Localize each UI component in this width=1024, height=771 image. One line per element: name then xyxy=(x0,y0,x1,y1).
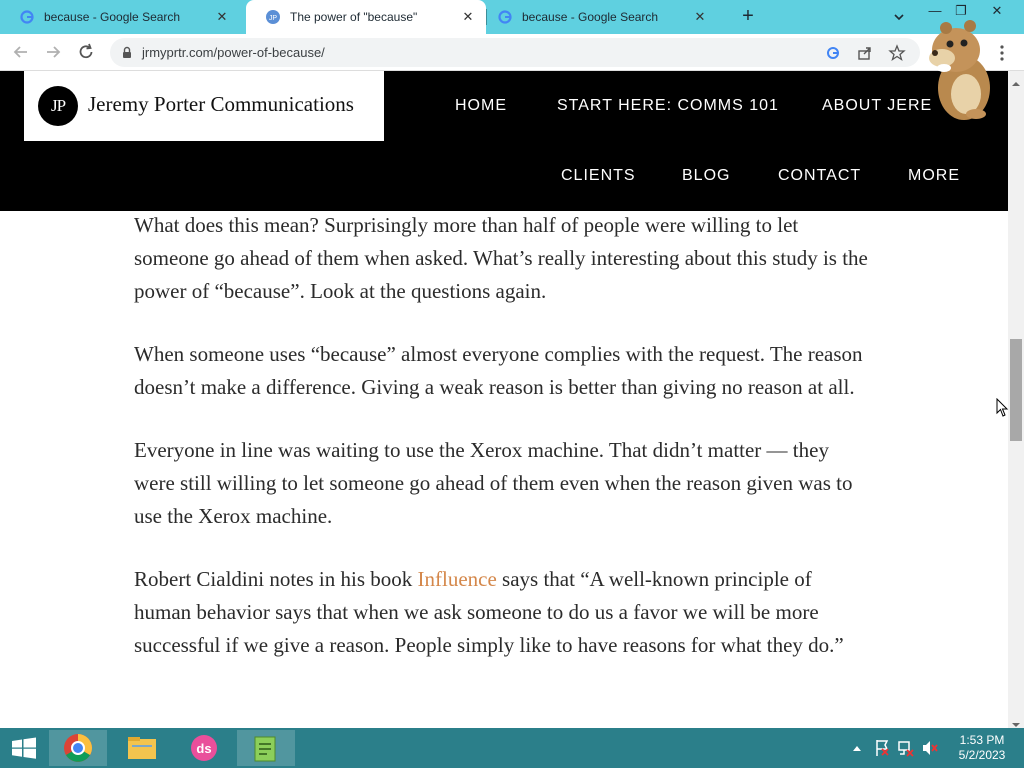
clock-time: 1:53 PM xyxy=(959,733,1005,747)
nav-start-here[interactable]: START HERE: COMMS 101 xyxy=(557,97,779,115)
svg-text:JP: JP xyxy=(269,15,278,22)
nav-home[interactable]: HOME xyxy=(455,97,507,115)
address-bar[interactable]: jrmyprtr.com/power-of-because/ xyxy=(110,38,920,67)
back-icon[interactable] xyxy=(10,41,32,63)
article-paragraph: Everyone in line was waiting to use the … xyxy=(134,438,853,528)
article-paragraph: When someone uses “because” almost every… xyxy=(134,342,863,399)
logo-text: Jeremy Porter Communications xyxy=(88,92,354,116)
nav-contact[interactable]: CONTACT xyxy=(778,167,861,185)
tray-volume-icon[interactable] xyxy=(920,730,940,766)
article-paragraph: Robert Cialdini notes in his book Influe… xyxy=(134,563,874,662)
taskbar-chrome-icon[interactable] xyxy=(49,730,107,766)
page-scrollbar[interactable] xyxy=(1008,71,1024,728)
new-tab-button[interactable]: + xyxy=(736,5,760,29)
url-text[interactable]: jrmyprtr.com/power-of-because/ xyxy=(142,45,325,60)
article-body: What does this mean? Surprisingly more t… xyxy=(134,209,874,692)
clock-date: 5/2/2023 xyxy=(958,748,1006,762)
google-lens-icon[interactable] xyxy=(824,44,842,62)
nav-more[interactable]: MORE xyxy=(908,167,960,185)
reload-icon[interactable] xyxy=(75,41,97,63)
nav-about[interactable]: ABOUT JERE xyxy=(822,97,932,115)
jp-favicon-icon: JP xyxy=(266,10,280,24)
hamster-mascot-icon[interactable] xyxy=(926,16,996,124)
tab-search-icon[interactable] xyxy=(890,8,908,26)
tray-flag-icon[interactable] xyxy=(872,730,892,766)
scroll-up-icon[interactable] xyxy=(1012,75,1020,86)
taskbar-ds-app-icon[interactable]: ds xyxy=(175,730,233,766)
google-icon xyxy=(498,10,512,24)
svg-text:ds: ds xyxy=(196,741,211,756)
nav-blog[interactable]: BLOG xyxy=(682,167,730,185)
tray-network-icon[interactable] xyxy=(896,730,916,766)
tab-title: because - Google Search xyxy=(44,10,181,24)
tray-overflow-icon[interactable] xyxy=(848,730,866,766)
bookmark-star-icon[interactable] xyxy=(888,44,906,62)
tab-power-of-because[interactable]: JP The power of "because" ✕ xyxy=(246,0,486,34)
tab-strip: because - Google Search ✕ JP The power o… xyxy=(0,0,1024,34)
web-page: JP Jeremy Porter Communications HOME STA… xyxy=(0,71,1008,728)
close-tab-icon[interactable]: ✕ xyxy=(692,9,708,25)
taskbar-notepad-plus-icon[interactable] xyxy=(237,730,295,766)
scroll-thumb[interactable] xyxy=(1010,339,1022,441)
browser-menu-icon[interactable] xyxy=(996,44,1008,62)
tab-title: because - Google Search xyxy=(522,10,659,24)
forward-icon[interactable] xyxy=(42,41,64,63)
close-tab-icon[interactable]: ✕ xyxy=(460,9,476,25)
nav-clients[interactable]: CLIENTS xyxy=(561,167,636,185)
google-icon xyxy=(20,10,34,24)
logo-mark: JP xyxy=(38,86,78,126)
tab-title: The power of "because" xyxy=(290,10,418,24)
start-button[interactable] xyxy=(0,730,48,766)
tab-because-search-2[interactable]: because - Google Search ✕ xyxy=(478,0,718,34)
site-header: JP Jeremy Porter Communications HOME STA… xyxy=(0,71,1008,211)
browser-toolbar: jrmyprtr.com/power-of-because/ xyxy=(0,34,1024,71)
article-paragraph: What does this mean? Surprisingly more t… xyxy=(134,213,868,303)
close-tab-icon[interactable]: ✕ xyxy=(214,9,230,25)
mouse-cursor-icon xyxy=(996,397,1010,418)
influence-link[interactable]: Influence xyxy=(418,567,497,591)
lock-icon[interactable] xyxy=(118,44,136,62)
tab-because-search-1[interactable]: because - Google Search ✕ xyxy=(0,0,240,34)
scroll-down-icon[interactable] xyxy=(1012,716,1020,727)
windows-taskbar: ds 1:53 PM 5/2/2023 xyxy=(0,728,1024,768)
site-logo[interactable]: JP Jeremy Porter Communications xyxy=(24,71,384,141)
taskbar-file-explorer-icon[interactable] xyxy=(113,730,171,766)
taskbar-clock[interactable]: 1:53 PM 5/2/2023 xyxy=(950,733,1014,763)
share-icon[interactable] xyxy=(856,44,874,62)
paragraph-text: Robert Cialdini notes in his book xyxy=(134,567,418,591)
